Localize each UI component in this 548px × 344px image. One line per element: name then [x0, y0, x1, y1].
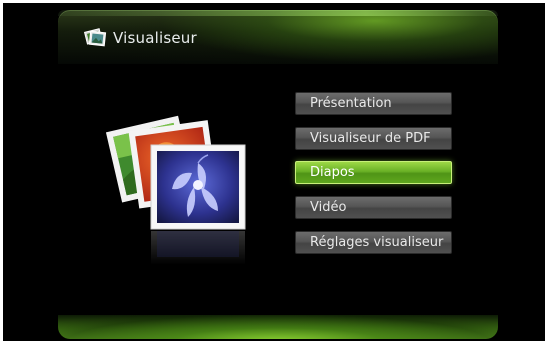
header-highlight [58, 10, 498, 16]
menu-item-label: Présentation [310, 96, 392, 111]
photo-reflection [151, 231, 245, 265]
menu-item-label: Vidéo [310, 200, 347, 216]
menu-item-presentation[interactable]: Présentation [295, 92, 452, 115]
footer-bar [58, 315, 498, 339]
photo-stack-icon [106, 115, 246, 265]
photos-icon [83, 28, 107, 47]
header-title: Visualiseur [113, 29, 197, 47]
menu-item-label: Réglages visualiseur [310, 234, 444, 250]
menu-item-slideshow[interactable]: Diapos [295, 161, 452, 185]
menu-item-label: Visualiseur de PDF [310, 130, 431, 146]
menu-item-video[interactable]: Vidéo [295, 196, 452, 220]
menu-item-viewer-settings[interactable]: Réglages visualiseur [295, 230, 452, 254]
menu-item-label: Diapos [310, 165, 355, 181]
photo-front-flower [150, 144, 246, 230]
viewer-screen: Visualiseur [3, 3, 545, 341]
viewer-menu: Présentation Visualiseur de PDF Diapos V… [295, 92, 452, 265]
menu-item-pdf-viewer[interactable]: Visualiseur de PDF [295, 126, 452, 150]
